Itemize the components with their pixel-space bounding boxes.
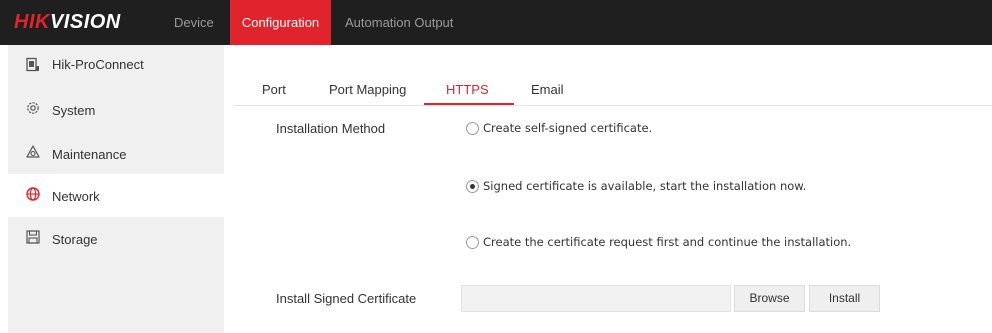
radio-label: Create the certificate request first and… bbox=[483, 235, 852, 249]
sidebar-item-label: Hik-ProConnect bbox=[52, 57, 144, 72]
maintenance-icon bbox=[26, 145, 40, 158]
storage-icon bbox=[26, 230, 40, 244]
logo-suffix: VISION bbox=[49, 11, 121, 33]
hik-proconnect-icon bbox=[26, 57, 39, 72]
radio-label: Create self-signed certificate. bbox=[483, 121, 653, 135]
radio-button[interactable] bbox=[466, 236, 479, 249]
browse-button[interactable]: Browse bbox=[734, 285, 805, 312]
installation-method-label: Installation Method bbox=[276, 121, 386, 136]
tab-bar: Port Port Mapping HTTPS Email bbox=[234, 68, 992, 106]
install-button[interactable]: Install bbox=[809, 285, 880, 312]
sidebar-item-maintenance[interactable]: Maintenance bbox=[8, 132, 224, 175]
nav-configuration[interactable]: Configuration bbox=[230, 0, 331, 45]
sidebar-item-label: Maintenance bbox=[52, 147, 127, 162]
tab-port-mapping[interactable]: Port Mapping bbox=[329, 82, 406, 97]
sidebar-item-label: System bbox=[52, 103, 96, 118]
nav-automation-output[interactable]: Automation Output bbox=[345, 0, 453, 45]
tab-port[interactable]: Port bbox=[262, 82, 286, 97]
tab-email[interactable]: Email bbox=[531, 82, 564, 97]
sidebar: Hik-ProConnect System Maintenance Networ… bbox=[8, 45, 224, 333]
sidebar-item-storage[interactable]: Storage bbox=[8, 217, 224, 260]
sidebar-item-hik-proconnect[interactable]: Hik-ProConnect bbox=[8, 45, 224, 88]
sidebar-item-network[interactable]: Network bbox=[8, 174, 224, 217]
radio-label: Signed certificate is available, start t… bbox=[483, 179, 807, 193]
logo-brand: HIK bbox=[14, 11, 50, 33]
sidebar-item-label: Network bbox=[52, 189, 100, 204]
tab-https[interactable]: HTTPS bbox=[446, 82, 489, 97]
globe-icon bbox=[26, 187, 40, 201]
top-bar: HIKVISION Device Configuration Automatio… bbox=[0, 0, 992, 45]
sidebar-item-system[interactable]: System bbox=[8, 88, 224, 131]
hikvision-logo: HIKVISION bbox=[14, 11, 121, 34]
radio-button[interactable] bbox=[466, 180, 479, 193]
nav-device[interactable]: Device bbox=[174, 0, 214, 45]
install-signed-certificate-label: Install Signed Certificate bbox=[276, 291, 417, 306]
sidebar-item-label: Storage bbox=[52, 232, 98, 247]
gear-icon bbox=[27, 102, 39, 114]
active-tab-indicator bbox=[424, 103, 514, 105]
radio-button[interactable] bbox=[466, 122, 479, 135]
certificate-path-input[interactable] bbox=[461, 285, 731, 312]
